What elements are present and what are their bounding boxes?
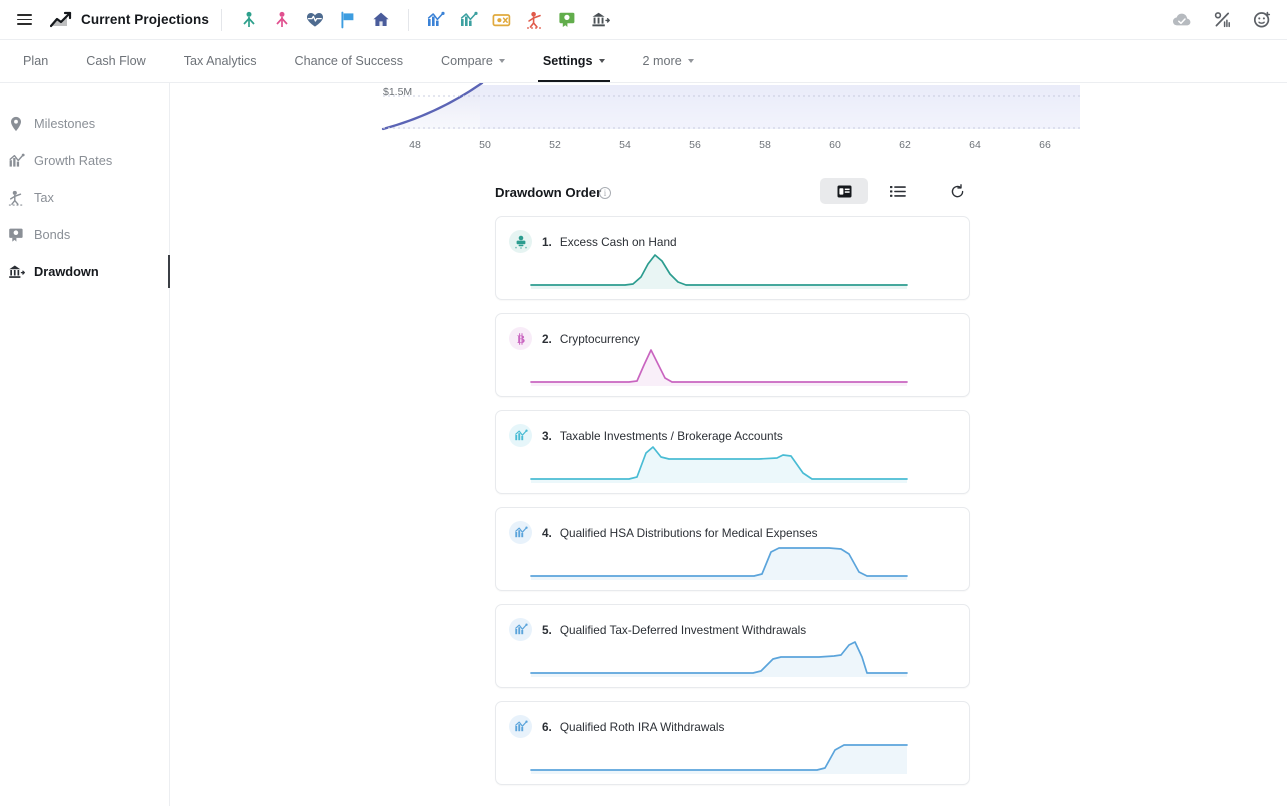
tax-person-icon xyxy=(7,190,25,206)
chart-x-tick: 48 xyxy=(409,139,421,151)
cloud-saved-icon[interactable] xyxy=(1167,5,1197,35)
drawdown-card[interactable]: B 2. Cryptocurrency xyxy=(495,313,970,397)
drawdown-card[interactable]: 5. Qualified Tax-Deferred Investment Wit… xyxy=(495,604,970,688)
growth-chart-icon xyxy=(7,153,25,169)
sidebar-item-growth-rates[interactable]: Growth Rates xyxy=(0,142,169,179)
drawdown-header: Drawdown Order i xyxy=(170,178,1287,214)
projection-chart: $1.5M 48 50 52 54 56 58 60 62 64 66 xyxy=(170,83,1287,158)
sidebar-item-growth-rates-label: Growth Rates xyxy=(34,153,112,168)
chart-x-tick: 50 xyxy=(479,139,491,151)
sidebar-item-drawdown-label: Drawdown xyxy=(34,264,99,279)
map-pin-icon xyxy=(7,116,25,132)
reset-icon[interactable] xyxy=(942,178,972,204)
chart-y-axis-label: $1.5M xyxy=(383,86,412,98)
flag-icon[interactable] xyxy=(333,5,363,35)
settings-sidebar: Milestones Growth Rates xyxy=(0,83,170,806)
info-icon[interactable]: i xyxy=(599,187,611,199)
sidebar-item-milestones[interactable]: Milestones xyxy=(0,105,169,142)
tab-settings-label: Settings xyxy=(543,54,593,68)
tab-chance-of-success[interactable]: Chance of Success xyxy=(276,40,423,82)
drawdown-order-title: Drawdown Order xyxy=(495,185,601,200)
tab-chance-of-success-label: Chance of Success xyxy=(295,54,404,68)
sidebar-item-bonds[interactable]: Bonds xyxy=(0,216,169,253)
drawdown-sparkline xyxy=(529,441,909,485)
drawdown-sparkline xyxy=(529,344,909,388)
main-content: $1.5M 48 50 52 54 56 58 60 62 64 66 Draw… xyxy=(170,83,1287,806)
drawdown-order-list: 1. Excess Cash on Hand B xyxy=(495,216,970,798)
chevron-down-icon xyxy=(599,59,605,63)
heart-pulse-icon[interactable] xyxy=(300,5,330,35)
drawdown-sparkline xyxy=(529,635,909,679)
sidebar-item-tax[interactable]: Tax xyxy=(0,179,169,216)
tab-compare-label: Compare xyxy=(441,54,493,68)
bank-arrow-icon xyxy=(7,264,25,280)
chart-x-tick: 60 xyxy=(829,139,841,151)
sidebar-item-milestones-label: Milestones xyxy=(34,116,95,131)
sidebar-item-bonds-label: Bonds xyxy=(34,227,70,242)
tax-card-icon[interactable] xyxy=(487,5,517,35)
bonds-certificate-icon xyxy=(7,227,25,243)
chart-x-tick: 52 xyxy=(549,139,561,151)
list-view-icon[interactable] xyxy=(874,178,922,204)
drawdown-sparkline xyxy=(529,247,909,291)
estate-person-icon[interactable] xyxy=(520,5,550,35)
chevron-down-icon xyxy=(499,59,505,63)
tab-cash-flow[interactable]: Cash Flow xyxy=(67,40,165,82)
chart-x-tick: 62 xyxy=(899,139,911,151)
toolbar-divider-2 xyxy=(408,9,409,31)
tab-compare[interactable]: Compare xyxy=(422,40,524,82)
toolbar-divider-1 xyxy=(221,9,222,31)
chart-x-tick: 56 xyxy=(689,139,701,151)
module-icon-group xyxy=(421,5,616,35)
tab-tax-analytics-label: Tax Analytics xyxy=(184,54,257,68)
chart-x-tick: 64 xyxy=(969,139,981,151)
chevron-down-icon xyxy=(688,59,694,63)
chart-x-tick: 58 xyxy=(759,139,771,151)
page-body: Milestones Growth Rates xyxy=(0,83,1287,806)
person-icon-group xyxy=(234,5,396,35)
tab-more[interactable]: 2 more xyxy=(624,40,713,82)
bonds-icon[interactable] xyxy=(553,5,583,35)
line-chart-logo-icon xyxy=(50,11,72,29)
growth-chart-green-icon[interactable] xyxy=(454,5,484,35)
growth-chart-blue-icon[interactable] xyxy=(421,5,451,35)
tab-plan-label: Plan xyxy=(23,54,48,68)
drawdown-card[interactable]: 1. Excess Cash on Hand xyxy=(495,216,970,300)
tab-cash-flow-label: Cash Flow xyxy=(86,54,146,68)
drawdown-view-controls xyxy=(820,178,972,204)
chart-x-tick: 54 xyxy=(619,139,631,151)
tab-settings[interactable]: Settings xyxy=(524,40,624,82)
percent-chart-icon[interactable] xyxy=(1207,5,1237,35)
drawdown-bank-icon[interactable] xyxy=(586,5,616,35)
drawdown-card[interactable]: 4. Qualified HSA Distributions for Medic… xyxy=(495,507,970,591)
chart-x-tick: 66 xyxy=(1039,139,1051,151)
top-toolbar: Current Projections xyxy=(0,0,1287,40)
drawdown-sparkline xyxy=(529,732,909,776)
card-view-icon[interactable] xyxy=(820,178,868,204)
topbar-status-group xyxy=(1167,0,1277,40)
home-icon[interactable] xyxy=(366,5,396,35)
main-nav-tabs: Plan Cash Flow Tax Analytics Chance of S… xyxy=(0,40,1287,83)
add-client-icon[interactable] xyxy=(1247,5,1277,35)
sidebar-item-tax-label: Tax xyxy=(34,190,54,205)
hamburger-menu-icon[interactable] xyxy=(6,0,42,40)
drawdown-card[interactable]: 6. Qualified Roth IRA Withdrawals xyxy=(495,701,970,785)
person-teal-icon[interactable] xyxy=(234,5,264,35)
drawdown-sparkline xyxy=(529,538,909,582)
page-title: Current Projections xyxy=(81,12,209,27)
tab-plan[interactable]: Plan xyxy=(4,40,67,82)
svg-text:B: B xyxy=(516,332,524,346)
sidebar-item-drawdown[interactable]: Drawdown xyxy=(0,253,169,290)
drawdown-card[interactable]: 3. Taxable Investments / Brokerage Accou… xyxy=(495,410,970,494)
tab-tax-analytics[interactable]: Tax Analytics xyxy=(165,40,276,82)
person-pink-icon[interactable] xyxy=(267,5,297,35)
tab-more-label: 2 more xyxy=(643,54,682,68)
